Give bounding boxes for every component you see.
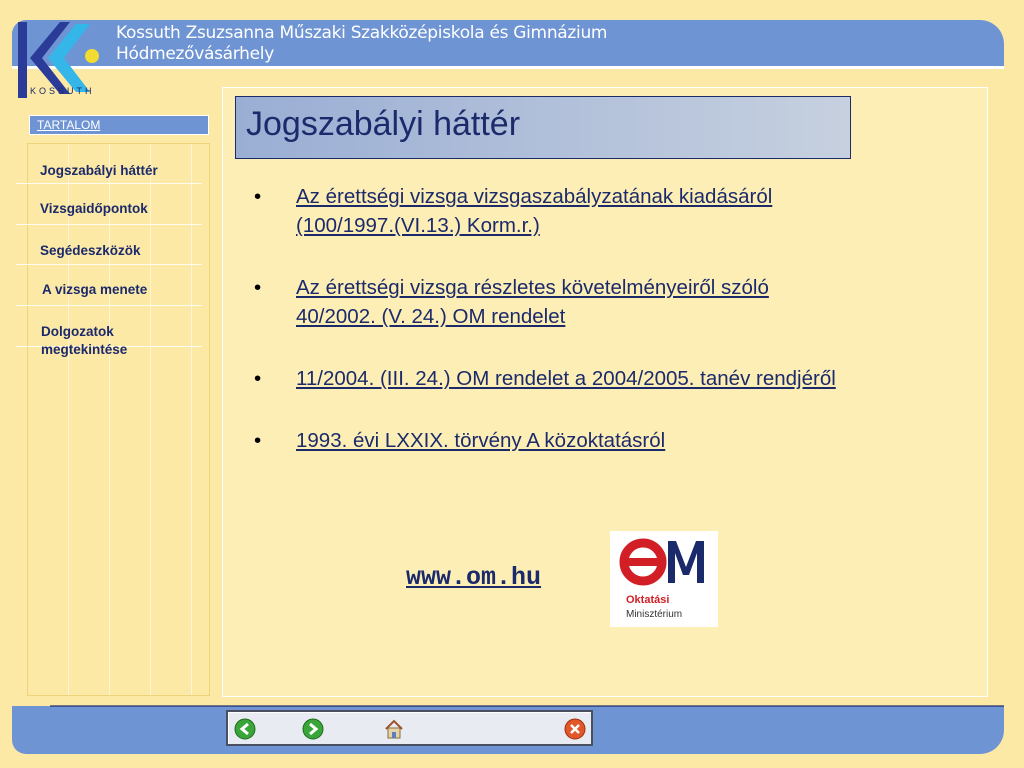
back-arrow-icon[interactable]: [234, 718, 256, 740]
school-name-line2: Hódmezővásárhely: [116, 44, 274, 64]
link-kozoktatasi-torveny[interactable]: 1993. évi LXXIX. törvény A közoktatásról: [296, 429, 665, 452]
link-tanev-rendje[interactable]: 11/2004. (III. 24.) OM rendelet a 2004/2…: [296, 364, 876, 393]
sidebar-divider: [16, 224, 202, 225]
website-link[interactable]: www.om.hu: [406, 563, 541, 592]
header-divider: [12, 66, 1004, 69]
om-logo-line2: Minisztérium: [626, 609, 682, 620]
sidebar-item-segedeszkozok[interactable]: Segédeszközök: [40, 242, 141, 260]
school-name: Kossuth Zsuzsanna Műszaki Szakközépiskol…: [116, 23, 608, 65]
list-item: • Az érettségi vizsga részletes követelm…: [254, 273, 884, 331]
link-list: • Az érettségi vizsga vizsgaszabályzatán…: [254, 182, 884, 488]
bullet-icon: •: [254, 276, 262, 299]
title-box: Jogszabályi háttér: [235, 96, 851, 159]
om-logo[interactable]: Oktatási Minisztérium: [610, 531, 718, 627]
bullet-icon: •: [254, 429, 262, 452]
om-logo-line1: Oktatási: [626, 594, 669, 606]
sidebar-item-vizsga-menete[interactable]: A vizsga menete: [42, 281, 147, 299]
navigation-toolbar: [226, 710, 593, 746]
link-reszletes-kovetelmenyek[interactable]: Az érettségi vizsga részletes követelmén…: [296, 273, 836, 331]
forward-arrow-icon[interactable]: [302, 718, 324, 740]
om-logo-graphic: Oktatási Minisztérium: [619, 538, 704, 620]
logo-text: KOSSUTH: [30, 86, 95, 96]
sidebar-item-dolgozatok-megtekintese[interactable]: Dolgozatok megtekintése: [41, 323, 181, 359]
close-icon[interactable]: [564, 718, 586, 740]
list-item: • 11/2004. (III. 24.) OM rendelet a 2004…: [254, 364, 884, 393]
sidebar-panel: [27, 143, 210, 696]
home-icon[interactable]: [383, 718, 405, 740]
sidebar-divider: [16, 183, 202, 184]
sidebar-divider: [16, 305, 202, 306]
toc-label[interactable]: TARTALOM: [29, 115, 209, 135]
sidebar-divider: [16, 264, 202, 265]
sidebar-item-jogszabalyi-hatter[interactable]: Jogszabályi háttér: [40, 162, 158, 180]
footer-divider: [50, 705, 1004, 707]
link-vizsgaszabalyzat[interactable]: Az érettségi vizsga vizsgaszabályzatának…: [296, 182, 776, 240]
page-title: Jogszabályi háttér: [246, 105, 521, 143]
list-item: • Az érettségi vizsga vizsgaszabályzatán…: [254, 182, 884, 240]
list-item: • 1993. évi LXXIX. törvény A közoktatásr…: [254, 426, 884, 455]
bullet-icon: •: [254, 185, 262, 208]
sidebar-item-vizsgaidopontok[interactable]: Vizsgaidőpontok: [40, 200, 148, 218]
bullet-icon: •: [254, 367, 262, 390]
school-name-line1: Kossuth Zsuzsanna Műszaki Szakközépiskol…: [116, 23, 608, 43]
